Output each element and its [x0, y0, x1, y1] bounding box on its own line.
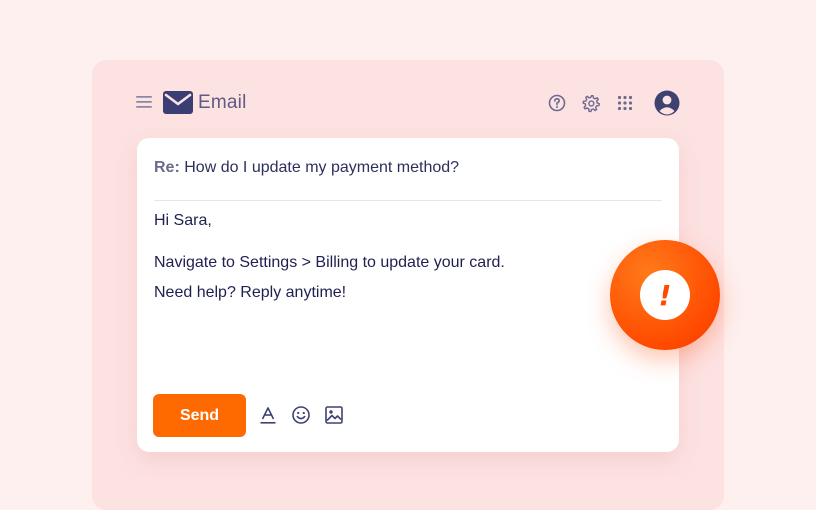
email-greeting[interactable]: Hi Sara, [154, 212, 212, 230]
avatar-icon[interactable] [654, 90, 680, 116]
email-subject: Re: How do I update my payment method? [154, 159, 459, 177]
app-title: Email [198, 92, 247, 113]
app-header: Email [92, 60, 724, 138]
subject-prefix: Re: [154, 159, 180, 176]
subject-text: How do I update my payment method? [184, 159, 460, 176]
mail-logo-icon [163, 91, 193, 114]
emoji-icon[interactable] [291, 405, 311, 425]
send-button[interactable]: Send [153, 394, 246, 437]
alert-badge-inner: ! [640, 270, 690, 320]
email-reply-card: Re: How do I update my payment method? H… [137, 138, 679, 452]
menu-icon[interactable] [136, 95, 152, 109]
email-body-line[interactable]: Need help? Reply anytime! [154, 284, 346, 302]
alert-badge[interactable]: ! [610, 240, 720, 350]
text-format-icon[interactable] [258, 405, 278, 425]
subject-divider [154, 200, 662, 201]
gear-icon[interactable] [581, 93, 601, 113]
header-actions [547, 90, 680, 116]
email-body-line[interactable]: Navigate to Settings > Billing to update… [154, 254, 505, 272]
apps-grid-icon[interactable] [615, 93, 635, 113]
help-icon[interactable] [547, 93, 567, 113]
image-icon[interactable] [324, 405, 344, 425]
exclamation-icon: ! [658, 278, 672, 312]
